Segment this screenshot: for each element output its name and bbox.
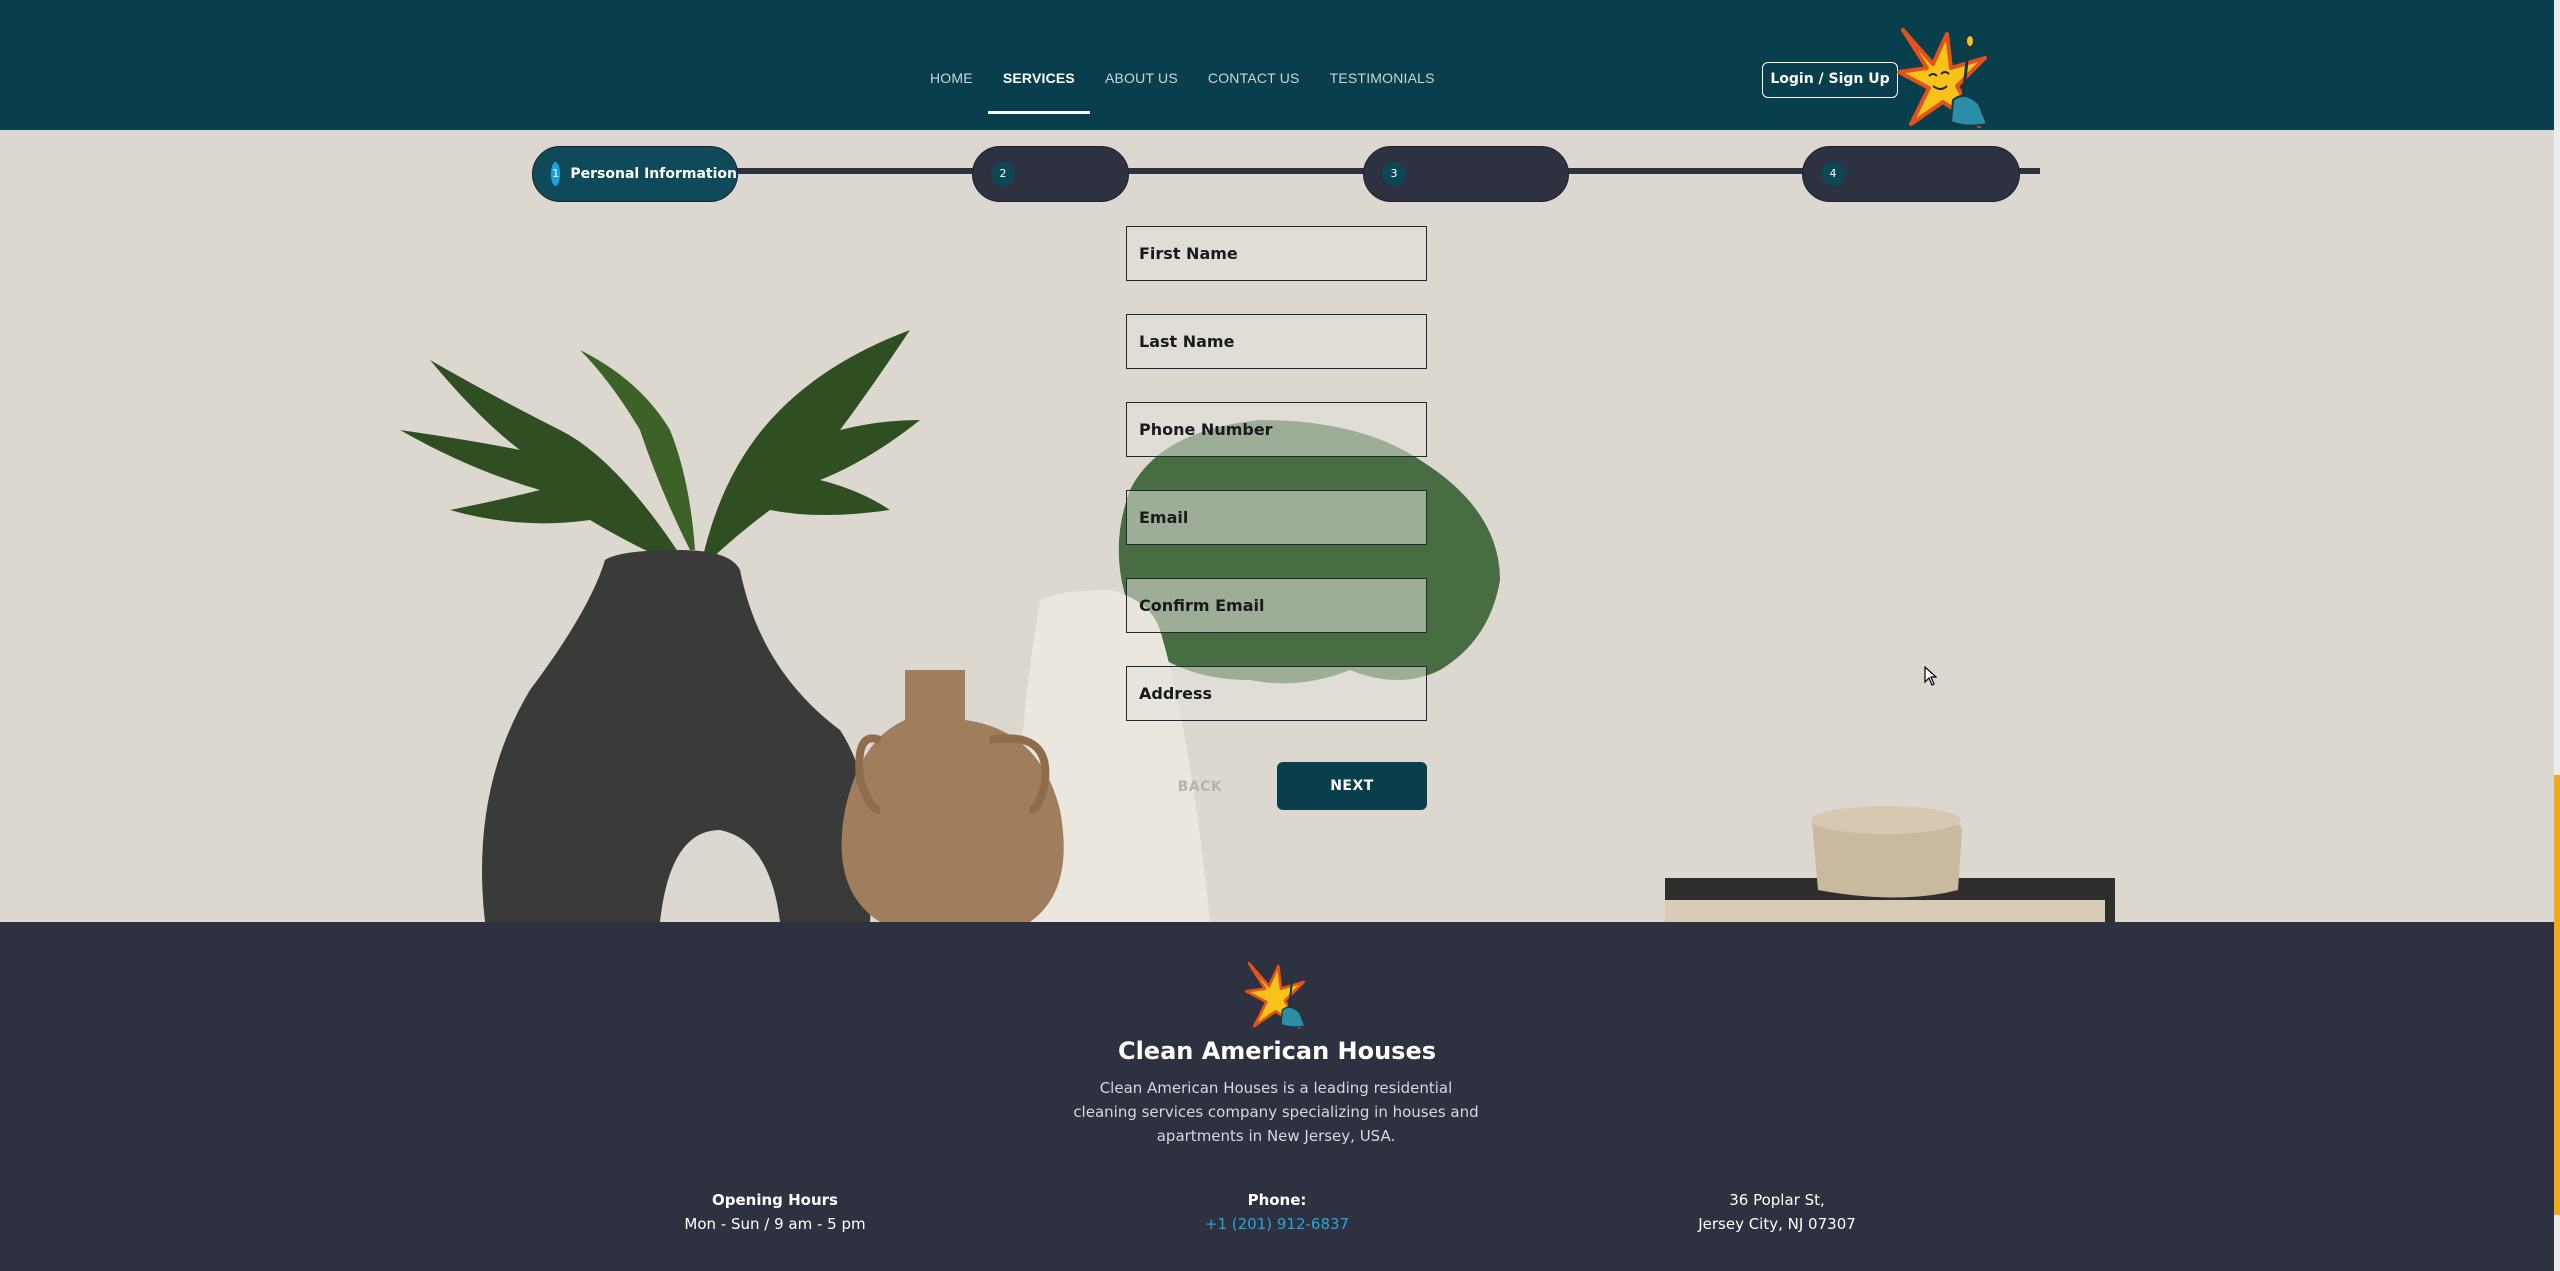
site-header: HOME SERVICES ABOUT US CONTACT US TESTIM…: [0, 0, 2554, 130]
address-line-2: Jersey City, NJ 07307: [1698, 1215, 1856, 1233]
step-3-number: 3: [1382, 162, 1406, 186]
opening-hours-value: Mon - Sun / 9 am - 5 pm: [684, 1215, 866, 1233]
scrollbar-thumb[interactable]: [2554, 775, 2560, 1215]
login-signup-button[interactable]: Login / Sign Up: [1762, 62, 1898, 98]
hero-section: 1 Personal Information 2 3 4 BACK NEXT: [0, 130, 2554, 922]
opening-hours-block: Opening Hours Mon - Sun / 9 am - 5 pm: [650, 1188, 900, 1236]
step-1[interactable]: 1 Personal Information: [532, 146, 738, 202]
confirm-email-field[interactable]: [1126, 578, 1427, 633]
footer-description: Clean American Houses is a leading resid…: [1073, 1079, 1479, 1145]
address-block: 36 Poplar St, Jersey City, NJ 07307: [1652, 1188, 1902, 1236]
phone-block: Phone: +1 (201) 912-6837: [1152, 1188, 1402, 1236]
first-name-field[interactable]: [1126, 226, 1427, 281]
address-line-1: 36 Poplar St,: [1729, 1191, 1825, 1209]
back-button[interactable]: BACK: [1170, 772, 1230, 802]
opening-hours-heading: Opening Hours: [712, 1191, 838, 1209]
step-4[interactable]: 4: [1802, 146, 2020, 202]
main-nav: HOME SERVICES ABOUT US CONTACT US TESTIM…: [915, 58, 1450, 114]
nav-services[interactable]: SERVICES: [987, 58, 1091, 114]
phone-heading: Phone:: [1247, 1191, 1307, 1209]
phone-number-field[interactable]: [1126, 402, 1427, 457]
nav-home[interactable]: HOME: [915, 58, 988, 98]
address-field[interactable]: [1126, 666, 1427, 721]
nav-about-us[interactable]: ABOUT US: [1090, 58, 1193, 98]
nav-contact-us[interactable]: CONTACT US: [1193, 58, 1315, 98]
cursor-icon: [1924, 666, 1938, 686]
footer-title: Clean American Houses: [1117, 1037, 1437, 1065]
phone-link[interactable]: +1 (201) 912-6837: [1205, 1215, 1349, 1233]
step-4-number: 4: [1821, 162, 1845, 186]
step-2-number: 2: [991, 162, 1015, 186]
step-3[interactable]: 3: [1363, 146, 1569, 202]
page-scrollbar[interactable]: [2554, 0, 2560, 1271]
footer-logo-icon[interactable]: [1242, 962, 1312, 1030]
last-name-field[interactable]: [1126, 314, 1427, 369]
step-1-label: Personal Information: [570, 166, 737, 182]
email-field[interactable]: [1126, 490, 1427, 545]
nav-testimonials[interactable]: TESTIMONIALS: [1315, 58, 1450, 98]
site-footer: Clean American Houses Clean American Hou…: [0, 922, 2554, 1271]
step-1-number: 1: [551, 162, 561, 186]
next-button[interactable]: NEXT: [1277, 762, 1427, 810]
logo-icon[interactable]: [1895, 28, 1995, 130]
step-2[interactable]: 2: [972, 146, 1129, 202]
